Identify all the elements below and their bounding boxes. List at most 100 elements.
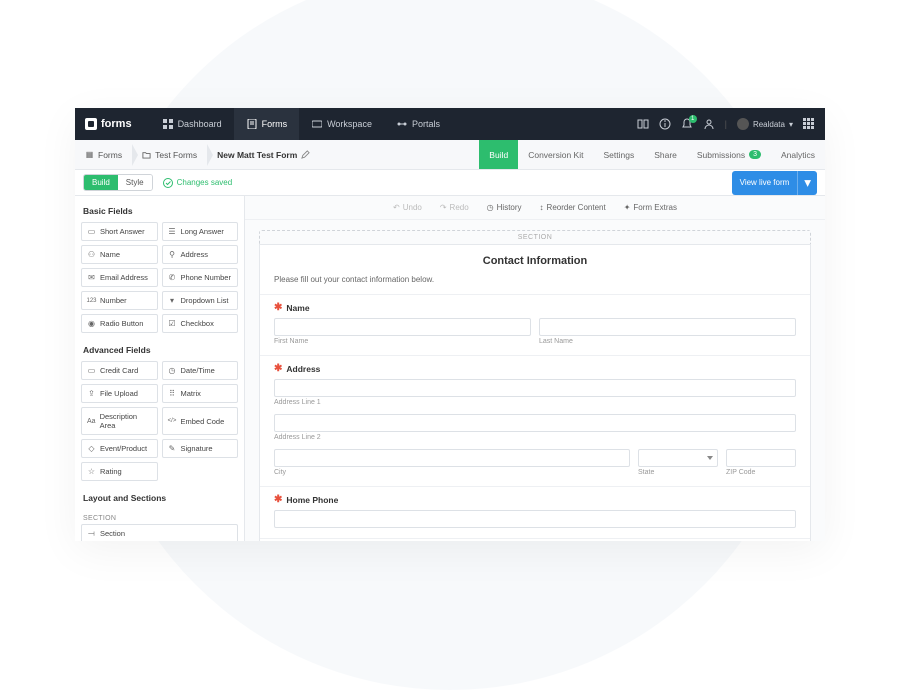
reorder-button[interactable]: ↕Reorder Content: [534, 201, 612, 214]
field-block-home-phone[interactable]: ✱ Home Phone: [260, 486, 810, 538]
section-title[interactable]: Contact Information: [260, 245, 810, 271]
short-answer-icon: ▭: [87, 227, 96, 236]
field-title: Address: [286, 364, 320, 374]
crumb-forms[interactable]: ▦ Forms: [75, 140, 132, 169]
required-icon: ✱: [274, 364, 282, 374]
field-label: Phone Number: [181, 273, 231, 282]
address-line2-input[interactable]: [274, 414, 796, 432]
person-icon[interactable]: [703, 118, 715, 130]
upload-icon: ⇪: [87, 389, 96, 398]
card-icon: ▭: [87, 366, 96, 375]
mode-build[interactable]: Build: [84, 175, 118, 190]
field-file-upload[interactable]: ⇪File Upload: [81, 384, 158, 403]
tab-build[interactable]: Build: [479, 140, 518, 169]
tab-share[interactable]: Share: [644, 140, 687, 169]
tab-submissions[interactable]: Submissions 3: [687, 140, 771, 169]
field-label: Name: [100, 250, 120, 259]
field-number[interactable]: 123Number: [81, 291, 158, 310]
field-rating[interactable]: ☆Rating: [81, 462, 158, 481]
undo-button[interactable]: ↶Undo: [387, 201, 428, 214]
field-label: Matrix: [181, 389, 201, 398]
section-icon: ⟞: [87, 529, 96, 538]
crumb-folder[interactable]: Test Forms: [132, 140, 207, 169]
section-description[interactable]: Please fill out your contact information…: [260, 271, 810, 294]
sublabel: ZIP Code: [726, 469, 796, 476]
field-block-address[interactable]: ✱Address Address Line 1 Address Line 2 C…: [260, 355, 810, 486]
brand[interactable]: forms: [85, 118, 132, 130]
redo-button[interactable]: ↷Redo: [434, 201, 475, 214]
field-label: Embed Code: [181, 417, 225, 426]
tool-label: Reorder Content: [547, 203, 606, 212]
sublabel: State: [638, 469, 718, 476]
nav-portals[interactable]: Portals: [384, 108, 452, 140]
address-line1-input[interactable]: [274, 379, 796, 397]
field-block-name[interactable]: ✱Name First Name Last Name: [260, 294, 810, 355]
field-address[interactable]: ⚲Address: [162, 245, 239, 264]
field-radio[interactable]: ◉Radio Button: [81, 314, 158, 333]
nav-dashboard[interactable]: Dashboard: [150, 108, 234, 140]
sublabel: City: [274, 469, 630, 476]
field-dropdown[interactable]: ▾Dropdown List: [162, 291, 239, 310]
field-phone[interactable]: ✆ Phone Number: [162, 268, 239, 287]
field-matrix[interactable]: ⠿Matrix: [162, 384, 239, 403]
nav-label: Portals: [412, 119, 440, 129]
forms-icon: [246, 118, 258, 130]
field-section[interactable]: ⟞Section: [81, 524, 238, 541]
tab-label: Submissions: [697, 150, 745, 160]
layout-heading: Layout and Sections: [81, 489, 238, 509]
field-short-answer[interactable]: ▭Short Answer: [81, 222, 158, 241]
apps-grid-icon[interactable]: [803, 118, 815, 130]
nav-label: Workspace: [327, 119, 372, 129]
nav-label: Dashboard: [178, 119, 222, 129]
field-long-answer[interactable]: ☰Long Answer: [162, 222, 239, 241]
info-icon[interactable]: [659, 118, 671, 130]
tab-analytics[interactable]: Analytics: [771, 140, 825, 169]
pencil-icon[interactable]: [301, 150, 310, 159]
phone-icon: ✆: [168, 273, 177, 282]
tab-settings[interactable]: Settings: [593, 140, 644, 169]
tab-conversion[interactable]: Conversion Kit: [518, 140, 593, 169]
section-tag: SECTION: [260, 231, 810, 244]
mail-icon: ✉: [87, 273, 96, 282]
mode-style[interactable]: Style: [118, 175, 152, 190]
required-icon: ✱: [274, 495, 282, 505]
tab-label: Settings: [603, 150, 634, 160]
portals-icon: [396, 118, 408, 130]
field-block-work-phone[interactable]: ○Work Phone: [260, 538, 810, 541]
state-select[interactable]: [638, 449, 718, 467]
sidebar: Basic Fields ▭Short Answer ☰Long Answer …: [75, 196, 245, 541]
field-credit-card[interactable]: ▭Credit Card: [81, 361, 158, 380]
tab-label: Conversion Kit: [528, 150, 583, 160]
field-label: Email Address: [100, 273, 148, 282]
nav-forms[interactable]: Forms: [234, 108, 300, 140]
field-event[interactable]: ◇Event/Product: [81, 439, 158, 458]
field-label: Address: [181, 250, 209, 259]
home-phone-input[interactable]: [274, 510, 796, 528]
field-name[interactable]: ⚇Name: [81, 245, 158, 264]
city-input[interactable]: [274, 449, 630, 467]
history-button[interactable]: ◷History: [481, 201, 528, 214]
chevron-down-icon: ▾: [789, 120, 793, 129]
section-subheading: SECTION: [81, 509, 238, 524]
field-description[interactable]: AaDescription Area: [81, 407, 158, 435]
undo-icon: ↶: [393, 203, 400, 212]
extras-button[interactable]: ✦Form Extras: [618, 201, 683, 214]
first-name-input[interactable]: [274, 318, 531, 336]
book-icon[interactable]: [637, 118, 649, 130]
form-section[interactable]: SECTION Contact Information Please fill …: [259, 230, 811, 541]
field-email[interactable]: ✉ Email Address: [81, 268, 158, 287]
field-checkbox[interactable]: ☑Checkbox: [162, 314, 239, 333]
field-embed[interactable]: </>Embed Code: [162, 407, 239, 435]
bell-icon[interactable]: 1: [681, 118, 693, 130]
field-datetime[interactable]: ◷Date/Time: [162, 361, 239, 380]
user-menu[interactable]: Realdata ▾: [737, 118, 793, 130]
zip-input[interactable]: [726, 449, 796, 467]
view-live-button[interactable]: View live form: [732, 171, 798, 195]
subnav: ▦ Forms Test Forms New Matt Test Form Bu…: [75, 140, 825, 170]
view-live-dropdown[interactable]: ▾: [797, 171, 817, 195]
last-name-input[interactable]: [539, 318, 796, 336]
checkbox-icon: ☑: [168, 319, 177, 328]
field-title: Home Phone: [286, 495, 338, 505]
nav-workspace[interactable]: Workspace: [299, 108, 384, 140]
field-signature[interactable]: ✎Signature: [162, 439, 239, 458]
